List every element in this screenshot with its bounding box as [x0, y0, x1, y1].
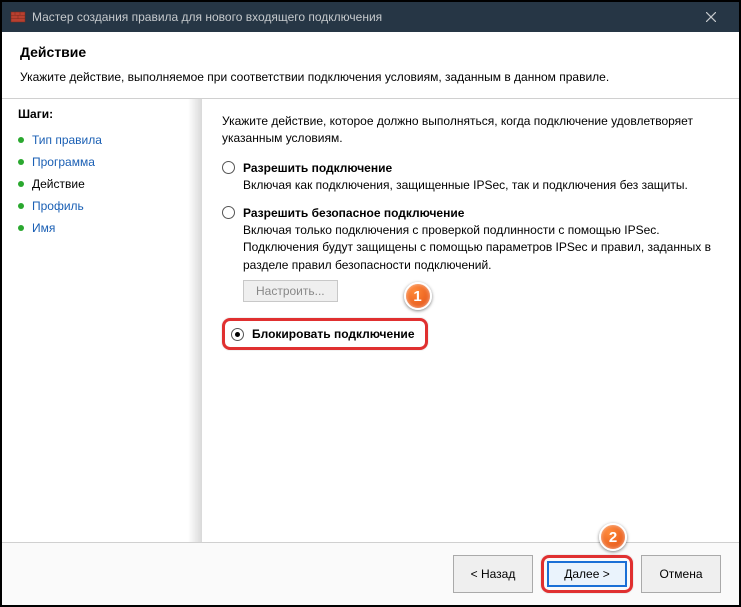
option-allow-label: Разрешить подключение — [243, 161, 392, 175]
callout-badge-2: 2 — [599, 523, 627, 551]
highlight-block-option: Блокировать подключение — [222, 318, 428, 350]
window-title: Мастер создания правила для нового входя… — [32, 10, 382, 24]
wizard-body: Действие Укажите действие, выполняемое п… — [2, 32, 739, 605]
step-name[interactable]: Имя — [18, 217, 186, 239]
radio-allow-secure[interactable] — [222, 206, 235, 219]
wizard-header: Действие Укажите действие, выполняемое п… — [2, 32, 739, 98]
bullet-icon — [18, 159, 24, 165]
step-link[interactable]: Тип правила — [32, 133, 102, 147]
page-title: Действие — [20, 44, 721, 60]
step-link[interactable]: Программа — [32, 155, 95, 169]
step-link[interactable]: Профиль — [32, 199, 84, 213]
customize-button: Настроить... — [243, 280, 338, 302]
next-button[interactable]: Далее > — [547, 561, 627, 587]
option-allow: Разрешить подключение Включая как подклю… — [222, 161, 715, 194]
option-allow-desc: Включая как подключения, защищенные IPSe… — [243, 177, 715, 194]
bullet-icon — [18, 137, 24, 143]
highlight-next-button: Далее > — [541, 555, 633, 593]
option-allow-secure: Разрешить безопасное подключение Включая… — [222, 206, 715, 302]
option-allow-secure-label: Разрешить безопасное подключение — [243, 206, 464, 220]
main-panel: Укажите действие, которое должно выполня… — [202, 99, 739, 542]
step-label-current: Действие — [32, 177, 85, 191]
option-block-label: Блокировать подключение — [252, 327, 415, 341]
step-link[interactable]: Имя — [32, 221, 55, 235]
intro-text: Укажите действие, которое должно выполня… — [222, 113, 715, 147]
steps-sidebar: Шаги: Тип правила Программа Действие Про… — [2, 99, 202, 542]
radio-allow[interactable] — [222, 161, 235, 174]
content-columns: Шаги: Тип правила Программа Действие Про… — [2, 99, 739, 542]
option-allow-secure-desc: Включая только подключения с проверкой п… — [243, 222, 715, 274]
wizard-window: Мастер создания правила для нового входя… — [0, 0, 741, 607]
close-icon[interactable] — [691, 2, 731, 32]
back-button[interactable]: < Назад — [453, 555, 533, 593]
bullet-icon — [18, 225, 24, 231]
firewall-icon — [10, 9, 26, 25]
cancel-button[interactable]: Отмена — [641, 555, 721, 593]
bullet-icon — [18, 203, 24, 209]
steps-heading: Шаги: — [18, 107, 186, 121]
step-profile[interactable]: Профиль — [18, 195, 186, 217]
bullet-icon — [18, 181, 24, 187]
page-description: Укажите действие, выполняемое при соотве… — [20, 70, 721, 84]
radio-block[interactable] — [231, 328, 244, 341]
callout-badge-1: 1 — [404, 282, 432, 310]
step-program[interactable]: Программа — [18, 151, 186, 173]
step-action[interactable]: Действие — [18, 173, 186, 195]
step-rule-type[interactable]: Тип правила — [18, 129, 186, 151]
titlebar: Мастер создания правила для нового входя… — [2, 2, 739, 32]
wizard-footer: < Назад Далее > 2 Отмена — [2, 542, 739, 605]
